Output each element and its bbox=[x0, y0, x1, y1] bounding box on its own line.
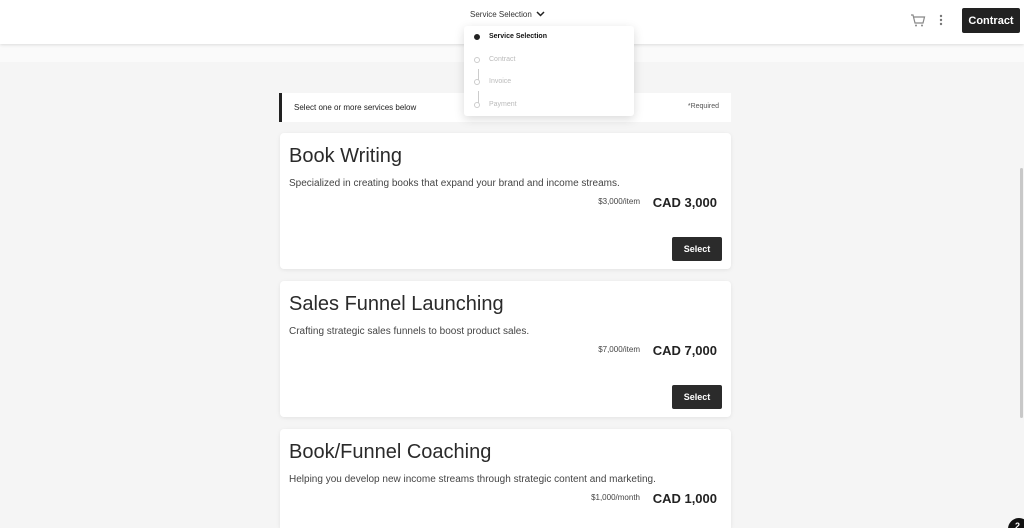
service-description: Crafting strategic sales funnels to boos… bbox=[289, 326, 530, 337]
step-dot-icon bbox=[474, 33, 480, 40]
service-card: Book/Funnel Coaching Helping you develop… bbox=[280, 429, 731, 528]
service-unit-price: $3,000/item bbox=[598, 197, 640, 206]
step-selector-label: Service Selection bbox=[470, 10, 532, 19]
required-label: *Required bbox=[687, 103, 719, 110]
step-dot-icon bbox=[474, 56, 480, 63]
scrollbar[interactable] bbox=[1020, 168, 1023, 418]
step-service-selection[interactable]: Service Selection bbox=[474, 33, 547, 40]
service-price: CAD 3,000 bbox=[652, 195, 717, 210]
cart-icon[interactable] bbox=[910, 12, 926, 28]
step-payment[interactable]: Payment bbox=[474, 101, 517, 108]
step-dot-icon bbox=[474, 101, 480, 108]
step-dropdown: Service Selection Contract Invoice Payme… bbox=[464, 26, 634, 116]
select-button[interactable]: Select bbox=[672, 385, 722, 409]
step-label: Service Selection bbox=[489, 33, 547, 40]
step-label: Contract bbox=[489, 56, 516, 63]
service-title: Book Writing bbox=[289, 145, 403, 167]
step-label: Invoice bbox=[489, 78, 512, 85]
service-price: CAD 7,000 bbox=[652, 343, 717, 358]
kebab-menu-icon[interactable] bbox=[936, 12, 946, 28]
service-description: Specialized in creating books that expan… bbox=[289, 178, 620, 189]
service-title: Book/Funnel Coaching bbox=[289, 441, 492, 463]
select-button[interactable]: Select bbox=[672, 237, 722, 261]
service-title: Sales Funnel Launching bbox=[289, 293, 504, 315]
step-dot-icon bbox=[474, 78, 480, 85]
service-unit-price: $1,000/month bbox=[591, 493, 640, 502]
step-contract[interactable]: Contract bbox=[474, 56, 515, 63]
step-label: Payment bbox=[489, 101, 517, 108]
step-selector[interactable]: Service Selection bbox=[470, 10, 545, 19]
service-unit-price: $7,000/item bbox=[598, 345, 640, 354]
service-card: Book Writing Specialized in creating boo… bbox=[280, 133, 731, 269]
notification-badge[interactable]: 2 bbox=[1008, 518, 1024, 528]
instructions-text: Select one or more services below bbox=[294, 103, 417, 112]
chevron-down-icon bbox=[536, 10, 545, 19]
service-description: Helping you develop new income streams t… bbox=[289, 474, 656, 485]
service-card: Sales Funnel Launching Crafting strategi… bbox=[280, 281, 731, 417]
service-price: CAD 1,000 bbox=[652, 491, 717, 506]
step-invoice[interactable]: Invoice bbox=[474, 78, 511, 85]
contract-button[interactable]: Contract bbox=[962, 8, 1020, 33]
